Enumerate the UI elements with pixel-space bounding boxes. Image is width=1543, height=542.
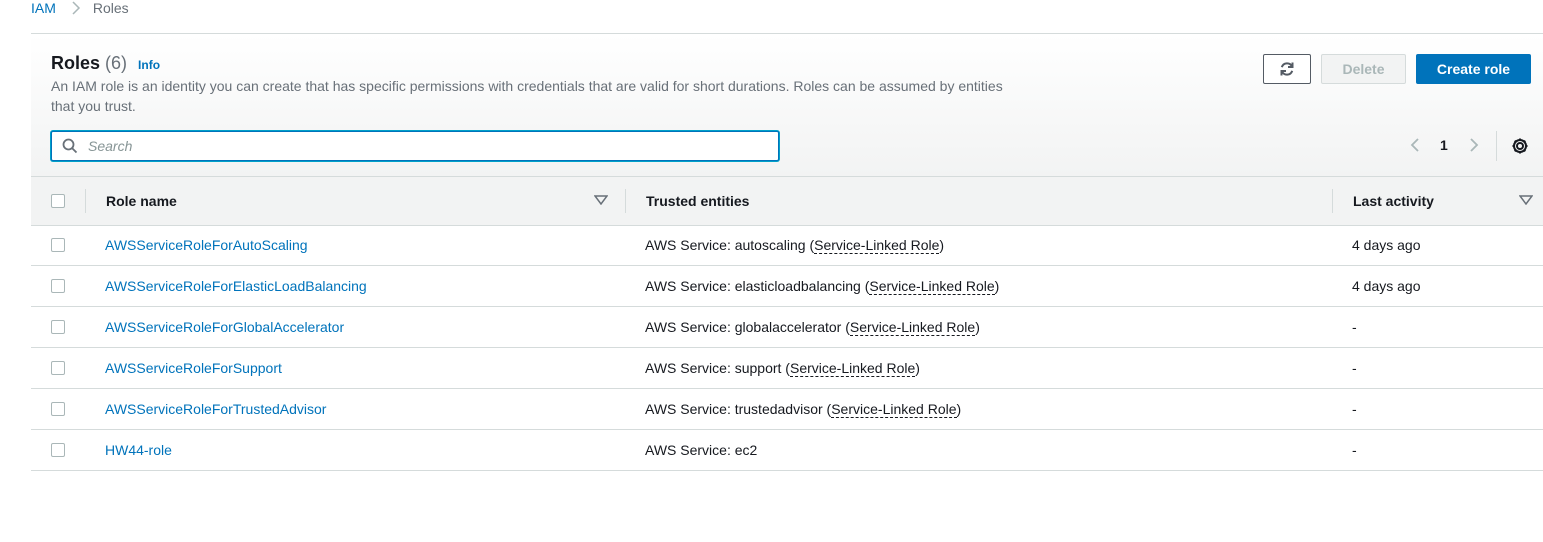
table-row: AWSServiceRoleForGlobalAccelerator AWS S… xyxy=(31,307,1543,348)
panel-header: Roles (6) Info An IAM role is an identit… xyxy=(31,34,1543,176)
role-name-link[interactable]: AWSServiceRoleForAutoScaling xyxy=(105,237,308,253)
trusted-entity: AWS Service: support (Service-Linked Rol… xyxy=(645,348,920,388)
breadcrumb-current: Roles xyxy=(92,0,129,16)
breadcrumb: IAM Roles xyxy=(31,0,129,16)
current-page-number[interactable]: 1 xyxy=(1440,136,1448,154)
entity-text: AWS Service: globalaccelerator ( xyxy=(645,319,850,335)
entity-suffix: ) xyxy=(994,278,1000,294)
column-header-trusted-entities[interactable]: Trusted entities xyxy=(646,177,749,225)
row-checkbox[interactable] xyxy=(51,238,65,252)
service-linked-role-tooltip[interactable]: Service-Linked Role xyxy=(814,237,940,254)
create-role-button[interactable]: Create role xyxy=(1416,54,1531,84)
last-activity: 4 days ago xyxy=(1352,278,1421,294)
entity-suffix: ) xyxy=(939,237,945,253)
trusted-entity: AWS Service: elasticloadbalancing (Servi… xyxy=(645,266,999,306)
title-row: Roles (6) Info xyxy=(51,53,160,74)
page-title: Roles xyxy=(51,53,101,73)
last-activity: - xyxy=(1352,442,1357,458)
role-name-link[interactable]: AWSServiceRoleForTrustedAdvisor xyxy=(105,401,326,417)
trusted-entity: AWS Service: trustedadvisor (Service-Lin… xyxy=(645,389,961,429)
search-input[interactable] xyxy=(86,137,710,155)
row-checkbox[interactable] xyxy=(51,443,65,457)
roles-count: (6) xyxy=(105,53,128,73)
entity-text: AWS Service: elasticloadbalancing ( xyxy=(645,278,870,294)
column-separator xyxy=(1332,189,1333,213)
entity-text: AWS Service: trustedadvisor ( xyxy=(645,401,832,417)
table-row: HW44-role AWS Service: ec2 - xyxy=(31,430,1543,471)
table-row: AWSServiceRoleForSupport AWS Service: su… xyxy=(31,348,1543,389)
last-activity: - xyxy=(1352,360,1357,376)
role-name-link[interactable]: HW44-role xyxy=(105,442,172,458)
entity-text: AWS Service: autoscaling ( xyxy=(645,237,815,253)
delete-button[interactable]: Delete xyxy=(1321,54,1406,84)
column-separator xyxy=(625,189,626,213)
breadcrumb-iam-link[interactable]: IAM xyxy=(31,0,56,16)
column-header-last-activity[interactable]: Last activity xyxy=(1353,177,1434,225)
last-activity: - xyxy=(1352,319,1357,335)
service-linked-role-tooltip[interactable]: Service-Linked Role xyxy=(831,401,957,418)
entity-suffix: ) xyxy=(975,319,980,335)
entity-suffix: ) xyxy=(956,401,962,417)
last-activity: 4 days ago xyxy=(1352,237,1421,253)
search-icon xyxy=(62,138,78,154)
sort-down-icon[interactable] xyxy=(1519,195,1533,205)
trusted-entity: AWS Service: autoscaling (Service-Linked… xyxy=(645,225,944,265)
table-row: AWSServiceRoleForElasticLoadBalancing AW… xyxy=(31,266,1543,307)
search-field[interactable] xyxy=(51,131,779,161)
refresh-button[interactable] xyxy=(1263,54,1311,84)
role-name-link[interactable]: AWSServiceRoleForElasticLoadBalancing xyxy=(105,278,367,294)
next-page-icon[interactable] xyxy=(1466,136,1482,154)
page-description: An IAM role is an identity you can creat… xyxy=(51,78,1003,114)
table-row: AWSServiceRoleForTrustedAdvisor AWS Serv… xyxy=(31,389,1543,430)
select-all-checkbox[interactable] xyxy=(51,194,65,208)
info-link[interactable]: Info xyxy=(138,58,160,72)
pagination-divider xyxy=(1496,131,1497,161)
entity-text: AWS Service: support ( xyxy=(645,360,790,376)
chevron-right-icon xyxy=(72,1,80,15)
sort-down-icon[interactable] xyxy=(594,195,608,205)
gear-icon[interactable] xyxy=(1510,136,1530,156)
column-header-role-name[interactable]: Role name xyxy=(106,177,177,225)
service-linked-role-tooltip[interactable]: Service-Linked Role xyxy=(789,360,916,377)
row-checkbox[interactable] xyxy=(51,402,65,416)
trusted-entity: AWS Service: ec2 xyxy=(645,430,757,470)
table-header: Role name Trusted entities Last activity xyxy=(31,176,1543,226)
row-checkbox[interactable] xyxy=(51,320,65,334)
service-linked-role-tooltip[interactable]: Service-Linked Role xyxy=(849,319,976,336)
row-checkbox[interactable] xyxy=(51,279,65,293)
table-row: AWSServiceRoleForAutoScaling AWS Service… xyxy=(31,225,1543,266)
last-activity: - xyxy=(1352,401,1357,417)
role-name-link[interactable]: AWSServiceRoleForGlobalAccelerator xyxy=(105,319,344,335)
role-name-link[interactable]: AWSServiceRoleForSupport xyxy=(105,360,282,376)
refresh-icon xyxy=(1280,62,1294,76)
column-separator xyxy=(85,189,86,213)
trusted-entity: AWS Service: globalaccelerator (Service-… xyxy=(645,307,980,347)
previous-page-icon[interactable] xyxy=(1407,136,1423,154)
entity-text: AWS Service: ec2 xyxy=(645,442,758,458)
roles-panel: Roles (6) Info An IAM role is an identit… xyxy=(31,33,1543,472)
service-linked-role-tooltip[interactable]: Service-Linked Role xyxy=(869,278,995,295)
row-checkbox[interactable] xyxy=(51,361,65,375)
entity-suffix: ) xyxy=(915,360,920,376)
